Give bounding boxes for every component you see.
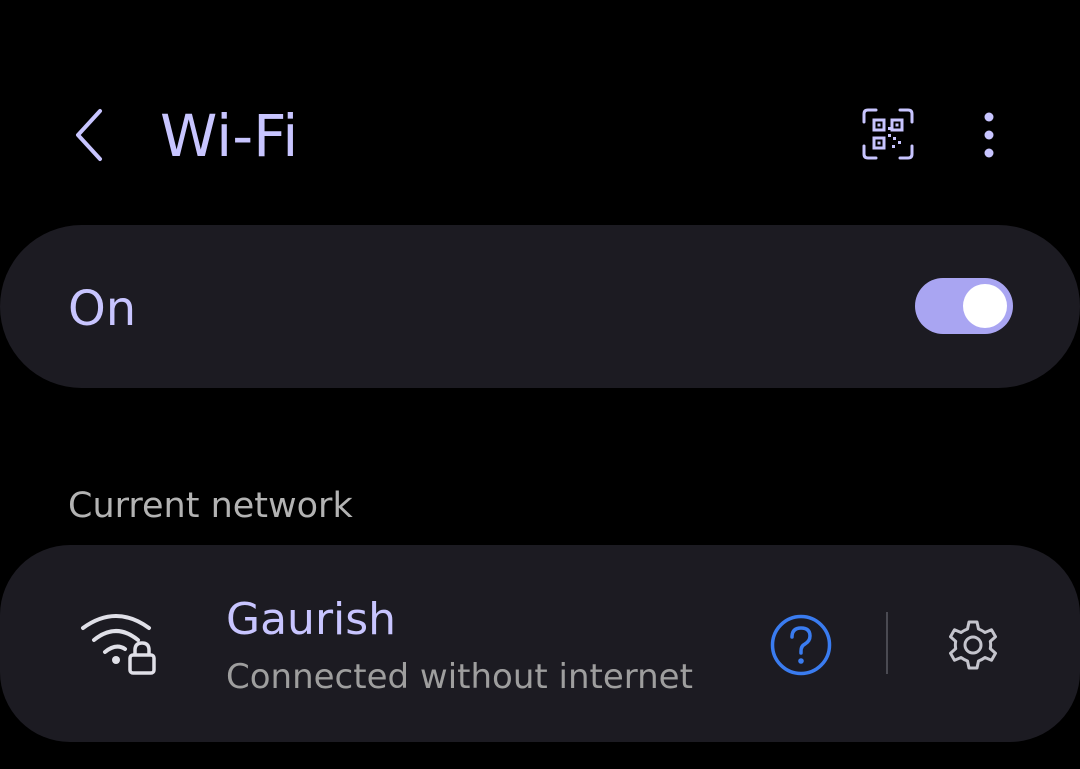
network-help-button[interactable] — [768, 612, 834, 678]
wifi-settings-screen: Wi-Fi On Current network Gaurish Connect… — [0, 0, 1080, 769]
wifi-toggle-label: On — [68, 281, 137, 337]
network-status: Connected without internet — [226, 657, 693, 697]
more-options-button[interactable] — [964, 104, 1014, 166]
qr-scan-button[interactable] — [856, 102, 920, 166]
more-vertical-icon — [984, 112, 994, 158]
divider — [886, 612, 888, 674]
wifi-toggle-switch[interactable] — [915, 278, 1013, 334]
question-circle-icon — [770, 614, 832, 676]
page-title: Wi-Fi — [160, 102, 299, 170]
network-name: Gaurish — [226, 594, 397, 645]
switch-knob — [963, 284, 1007, 328]
current-network-header: Current network — [68, 486, 353, 526]
wifi-lock-icon — [81, 614, 156, 675]
current-network-card[interactable] — [0, 545, 1080, 742]
network-settings-button[interactable] — [940, 612, 1006, 678]
qr-code-scan-icon — [862, 108, 914, 160]
gear-icon — [949, 620, 997, 670]
back-button[interactable] — [60, 100, 120, 170]
chevron-left-icon — [76, 109, 102, 161]
